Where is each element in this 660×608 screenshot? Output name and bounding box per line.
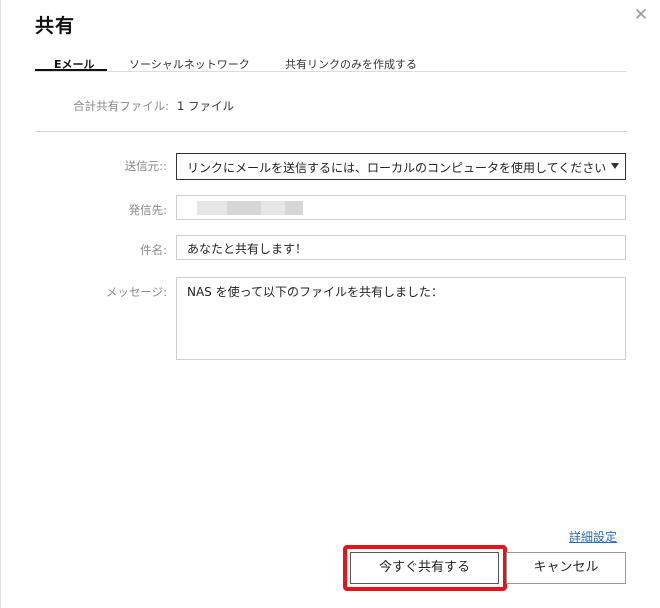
tab-social-network[interactable]: ソーシャルネットワーク <box>129 56 250 72</box>
tab-share-link-only[interactable]: 共有リンクのみを作成する <box>285 56 417 72</box>
subject-field[interactable]: あなたと共有します！ <box>176 235 626 260</box>
redacted-text <box>285 201 303 215</box>
caret-down-icon <box>611 163 619 169</box>
from-label: 送信元:: <box>124 159 167 173</box>
tab-divider <box>35 71 627 72</box>
close-icon[interactable]: ✕ <box>632 6 650 24</box>
share-dialog: 共有 ✕ Eメール ソーシャルネットワーク 共有リンクのみを作成する 合計共有フ… <box>0 0 660 608</box>
to-field[interactable] <box>176 195 626 220</box>
share-now-button[interactable]: 今すぐ共有する <box>350 552 499 584</box>
dialog-title: 共有 <box>35 15 76 37</box>
from-select[interactable]: リンクにメールを送信するには、ローカルのコンピュータを使用してください <box>176 153 626 180</box>
redacted-text <box>227 201 261 215</box>
total-shared-files-value: 1 ファイル <box>177 99 234 113</box>
message-label: メッセージ: <box>105 285 167 299</box>
from-select-value: リンクにメールを送信するには、ローカルのコンピュータを使用してください <box>187 161 607 175</box>
total-shared-files-label: 合計共有ファイル: <box>73 99 169 113</box>
advanced-settings-link[interactable]: 詳細設定 <box>569 528 617 545</box>
redacted-text <box>197 201 227 215</box>
to-label: 発信先: <box>128 203 167 217</box>
redacted-text <box>261 201 285 215</box>
message-textarea[interactable]: NAS を使って以下のファイルを共有しました： <box>176 277 626 360</box>
cancel-button[interactable]: キャンセル <box>506 552 626 584</box>
section-divider <box>35 131 627 132</box>
subject-label: 件名: <box>140 243 167 257</box>
